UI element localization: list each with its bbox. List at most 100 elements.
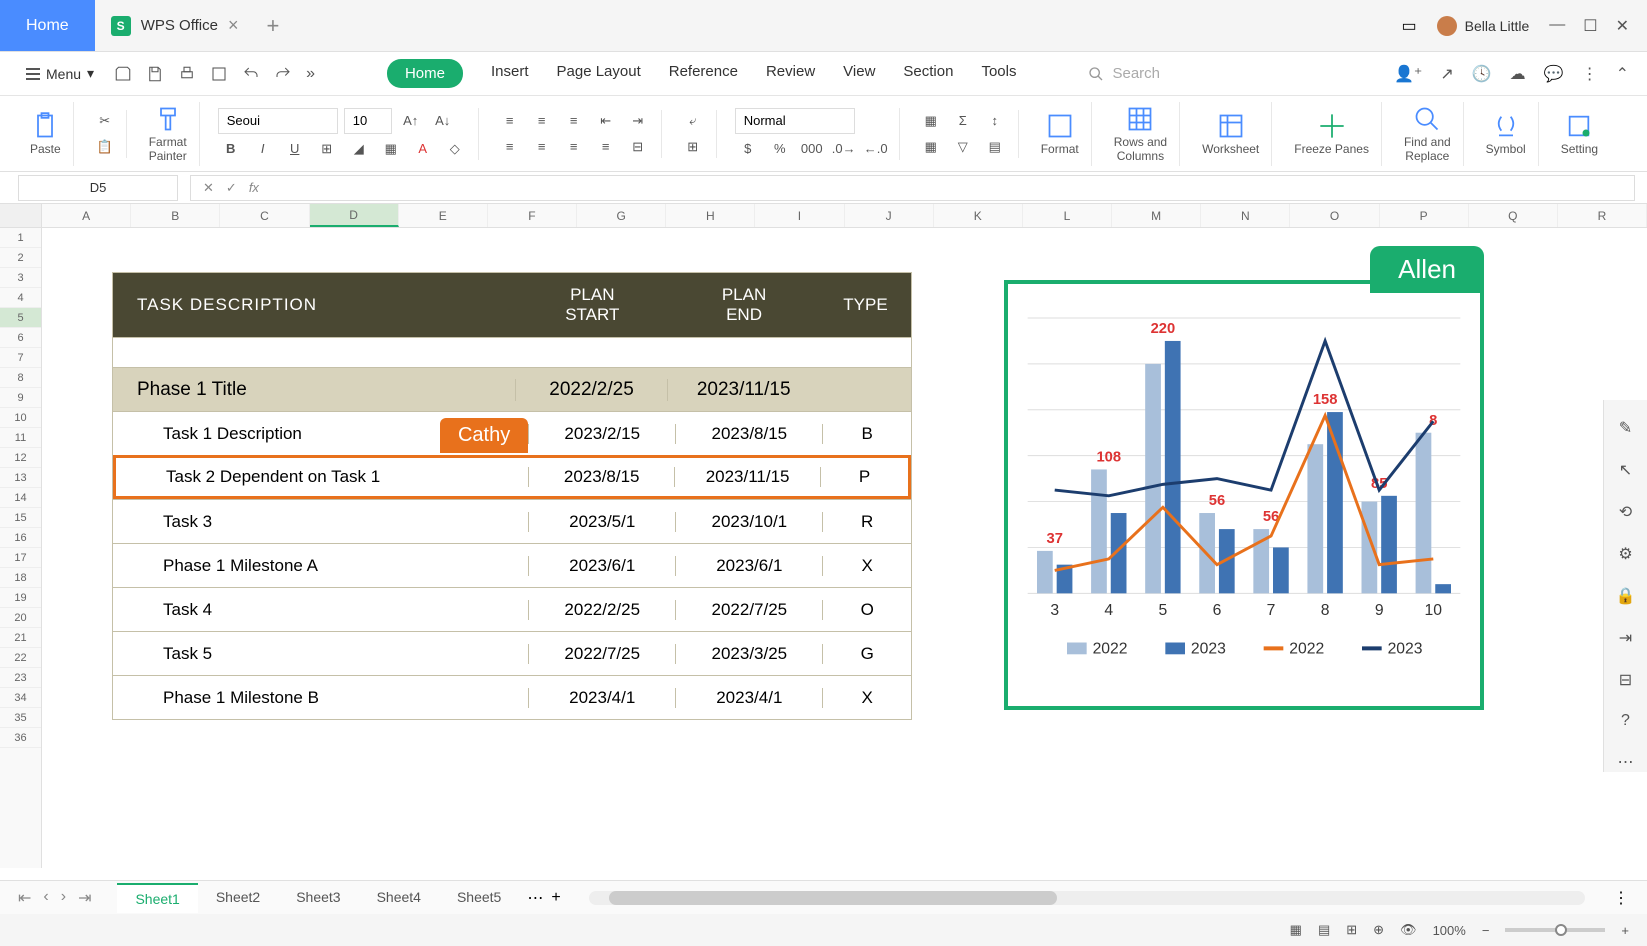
tab-reference[interactable]: Reference [669,59,738,88]
col-F[interactable]: F [488,204,577,227]
row-headers[interactable]: 1234567891011121314151617181920212223343… [0,228,42,868]
row-35[interactable]: 35 [0,708,41,728]
select-all-corner[interactable] [0,204,42,228]
table-row[interactable]: Phase 1 Milestone B2023/4/12023/4/1X [113,675,911,719]
merge-icon[interactable]: ⊟ [625,136,651,158]
comma-icon[interactable]: 000 [799,138,825,160]
col-D[interactable]: D [310,204,399,227]
row-4[interactable]: 4 [0,288,41,308]
number-format-select[interactable] [735,108,855,134]
edit-icon[interactable]: ✎ [1619,418,1632,438]
chat-icon[interactable]: 💬 [1544,64,1564,84]
format-painter-group[interactable]: Farmat Painter [137,102,200,166]
row-6[interactable]: 6 [0,328,41,348]
table-row[interactable]: Task 42022/2/252022/7/25O [113,587,911,631]
exit-icon[interactable]: ⇥ [1619,628,1632,648]
settings-icon[interactable]: ⚙ [1618,544,1632,564]
collapse-ribbon-icon[interactable]: ⌃ [1616,64,1629,84]
col-P[interactable]: P [1380,204,1469,227]
row-3[interactable]: 3 [0,268,41,288]
minimize-panel-icon[interactable]: ⊟ [1619,670,1632,690]
bold-button[interactable]: B [218,138,244,160]
select-icon[interactable]: ↖ [1619,460,1632,480]
document-tab[interactable]: S WPS Office × [95,0,255,51]
window-mode-icon[interactable]: ▭ [1402,16,1417,36]
percent-icon[interactable]: % [767,138,793,160]
user-chip[interactable]: Bella Little [1437,16,1530,36]
decrease-font-icon[interactable]: A↓ [430,110,456,132]
align-top-icon[interactable]: ≡ [497,110,523,132]
export-icon[interactable]: ↗ [1440,64,1453,84]
underline-button[interactable]: U [282,138,308,160]
row-1[interactable]: 1 [0,228,41,248]
view-break-icon[interactable]: ⊞ [1346,922,1357,938]
row-5[interactable]: 5 [0,308,41,328]
sheet-tab-sheet1[interactable]: Sheet1 [117,883,197,913]
filter-icon[interactable]: ▽ [950,136,976,158]
align-middle-icon[interactable]: ≡ [529,110,555,132]
row-23[interactable]: 23 [0,668,41,688]
conditional-format-icon[interactable]: ▦ [918,110,944,132]
decrease-decimal-icon[interactable]: ←.0 [863,138,889,160]
row-2[interactable]: 2 [0,248,41,268]
add-tab-button[interactable]: + [254,13,291,39]
formula-input[interactable]: ✕ ✓ fx [190,175,1635,201]
row-10[interactable]: 10 [0,408,41,428]
close-button[interactable]: ✕ [1616,16,1629,36]
font-name-input[interactable] [218,108,338,134]
row-36[interactable]: 36 [0,728,41,748]
tab-review[interactable]: Review [766,59,815,88]
col-H[interactable]: H [666,204,755,227]
freeze-panes-button[interactable]: Freeze Panes [1282,102,1382,166]
share-icon[interactable]: 👤⁺ [1394,64,1422,84]
align-right-icon[interactable]: ≡ [561,136,587,158]
row-15[interactable]: 15 [0,508,41,528]
row-14[interactable]: 14 [0,488,41,508]
row-16[interactable]: 16 [0,528,41,548]
row-7[interactable]: 7 [0,348,41,368]
tab-page-layout[interactable]: Page Layout [557,59,641,88]
fill-color-button[interactable]: ◢ [346,138,372,160]
increase-decimal-icon[interactable]: .0→ [831,138,857,160]
save-icon[interactable] [146,65,164,83]
align-bottom-icon[interactable]: ≡ [561,110,587,132]
col-A[interactable]: A [42,204,131,227]
font-size-input[interactable] [344,108,392,134]
col-N[interactable]: N [1201,204,1290,227]
cloud-icon[interactable]: ☁ [1510,64,1526,84]
row-22[interactable]: 22 [0,648,41,668]
format-button[interactable]: Format [1029,102,1092,166]
tab-insert[interactable]: Insert [491,59,529,88]
autosum-icon[interactable]: Σ [950,110,976,132]
rows-columns-button[interactable]: Rows and Columns [1102,102,1180,166]
add-sheet-button[interactable]: + [551,889,560,907]
merge-cells-icon[interactable]: ⊞ [680,136,706,158]
col-E[interactable]: E [399,204,488,227]
zoom-in-button[interactable]: + [1621,923,1629,938]
align-center-icon[interactable]: ≡ [529,136,555,158]
table-row[interactable]: Phase 1 Milestone A2023/6/12023/6/1X [113,543,911,587]
view-custom-icon[interactable]: ⊕ [1373,922,1384,938]
zoom-out-button[interactable]: − [1482,923,1490,938]
cut-icon[interactable]: ✂ [92,110,118,132]
increase-font-icon[interactable]: A↑ [398,110,424,132]
next-sheet-icon[interactable]: › [61,888,66,908]
tab-tools[interactable]: Tools [981,59,1016,88]
zoom-slider[interactable] [1505,928,1605,932]
border-button[interactable]: ⊞ [314,138,340,160]
cell-style-button[interactable]: ▦ [378,138,404,160]
chart[interactable]: Allen 3374108522065675681589851082022202… [1004,280,1484,710]
col-C[interactable]: C [220,204,309,227]
first-sheet-icon[interactable]: ⇤ [18,888,31,908]
indent-decrease-icon[interactable]: ⇤ [593,110,619,132]
accept-formula-icon[interactable]: ✓ [226,180,237,196]
view-normal-icon[interactable]: ▦ [1290,922,1302,938]
redo-icon[interactable] [274,65,292,83]
sheet-tab-sheet5[interactable]: Sheet5 [439,883,519,913]
row-8[interactable]: 8 [0,368,41,388]
search-box[interactable]: Search [1088,65,1160,82]
row-18[interactable]: 18 [0,568,41,588]
worksheet-button[interactable]: Worksheet [1190,102,1272,166]
col-G[interactable]: G [577,204,666,227]
col-M[interactable]: M [1112,204,1201,227]
